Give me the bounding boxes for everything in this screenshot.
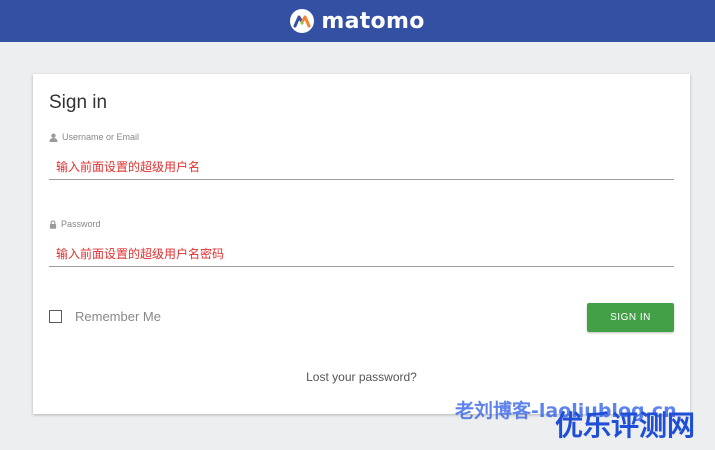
sign-in-button[interactable]: SIGN IN — [587, 303, 674, 332]
matomo-logo-icon — [290, 9, 315, 33]
login-card: Sign in Username or Email Password Remem… — [33, 74, 690, 414]
password-label-text: Password — [61, 219, 101, 229]
remember-me-checkbox[interactable] — [49, 310, 62, 323]
username-label: Username or Email — [49, 132, 139, 142]
page-title: Sign in — [49, 92, 108, 113]
password-label: Password — [49, 219, 101, 229]
username-input[interactable] — [49, 154, 674, 180]
password-input[interactable] — [49, 241, 674, 267]
user-icon — [49, 133, 58, 142]
matomo-logo[interactable]: matomo — [290, 9, 424, 34]
username-label-text: Username or Email — [62, 132, 140, 142]
remember-me-option[interactable]: Remember Me — [49, 309, 161, 324]
lost-password-link[interactable]: Lost your password? — [33, 370, 690, 384]
watermark-site-text: 优乐评测网 — [555, 409, 696, 442]
remember-me-label: Remember Me — [75, 309, 161, 324]
lock-icon — [49, 219, 57, 229]
logo-text: matomo — [321, 8, 425, 34]
top-header-bar: matomo — [0, 0, 715, 42]
